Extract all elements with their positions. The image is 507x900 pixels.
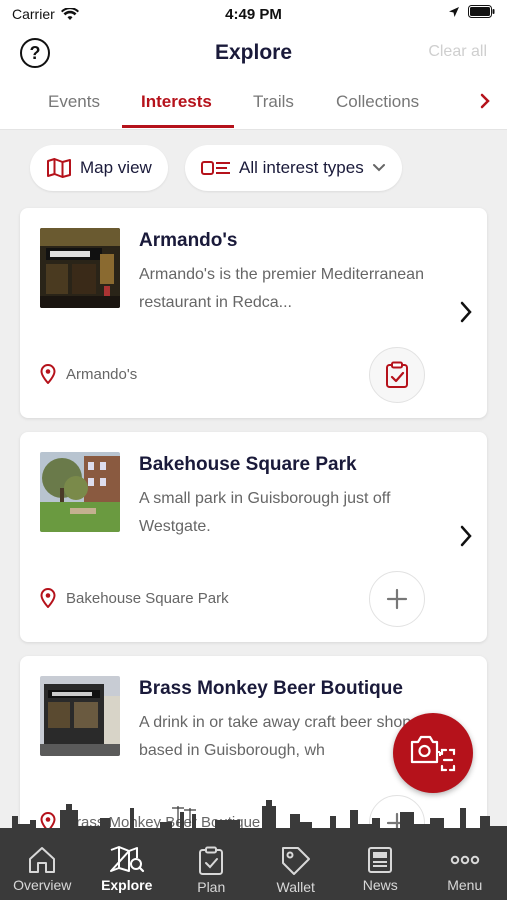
add-to-plan-button[interactable] bbox=[369, 571, 425, 627]
help-button[interactable]: ? bbox=[20, 38, 50, 68]
location-pin-icon bbox=[40, 588, 56, 608]
filter-list-icon bbox=[201, 161, 230, 175]
card-location: Bakehouse Square Park bbox=[40, 588, 229, 608]
map-view-button[interactable]: Map view bbox=[30, 145, 168, 191]
page-title: Explore bbox=[214, 41, 293, 64]
location-pin-icon bbox=[40, 364, 56, 384]
chevron-right-icon[interactable] bbox=[479, 92, 491, 110]
ticket-tag-icon bbox=[281, 847, 310, 875]
tab-collections[interactable]: Collections bbox=[336, 92, 419, 112]
header: ? Explore Clear all bbox=[0, 28, 507, 78]
clipboard-check-icon bbox=[386, 361, 408, 388]
active-tab-indicator bbox=[122, 125, 234, 128]
interest-type-select[interactable]: All interest types bbox=[185, 145, 402, 191]
nav-wallet[interactable]: Wallet bbox=[254, 838, 339, 900]
home-icon bbox=[29, 847, 56, 873]
nav-explore[interactable]: Explore bbox=[85, 838, 170, 900]
card-description: A small park in Guisborough just off Wes… bbox=[139, 490, 391, 535]
status-right bbox=[448, 5, 495, 18]
tab-trails[interactable]: Trails bbox=[253, 92, 294, 112]
map-view-label: Map view bbox=[80, 158, 152, 177]
chevron-right-icon bbox=[460, 525, 472, 547]
nav-wallet-label: Wallet bbox=[276, 879, 315, 895]
clipboard-check-icon bbox=[199, 846, 224, 875]
interest-type-label: All interest types bbox=[239, 158, 364, 177]
map-icon bbox=[47, 158, 71, 178]
more-icon bbox=[450, 855, 479, 865]
tab-bar: Events Interests Trails Collections bbox=[0, 78, 507, 130]
nav-news[interactable]: News bbox=[338, 838, 423, 900]
interest-card-armandos[interactable]: Armando's Armando's is the premier Medit… bbox=[20, 208, 487, 418]
card-title: Armando's bbox=[139, 230, 238, 251]
added-to-plan-button[interactable] bbox=[369, 347, 425, 403]
clear-all-button[interactable]: Clear all bbox=[428, 43, 487, 61]
battery-icon bbox=[468, 5, 495, 18]
chevron-right-icon bbox=[460, 301, 472, 323]
card-title: Bakehouse Square Park bbox=[139, 454, 357, 475]
scan-button[interactable] bbox=[393, 713, 473, 793]
tab-events[interactable]: Events bbox=[48, 92, 100, 112]
nav-plan[interactable]: Plan bbox=[169, 838, 254, 900]
card-location-label: Bakehouse Square Park bbox=[66, 589, 229, 607]
interest-card-bakehouse-square-park[interactable]: Bakehouse Square Park A small park in Gu… bbox=[20, 432, 487, 642]
nav-menu[interactable]: Menu bbox=[423, 838, 507, 900]
status-time: 4:49 PM bbox=[225, 5, 282, 23]
filter-bar: Map view All interest types bbox=[0, 145, 507, 193]
bottom-nav: Overview Explore Plan Wallet News Menu bbox=[0, 838, 507, 900]
add-icon bbox=[386, 588, 408, 610]
armandos-thumbnail bbox=[40, 228, 120, 308]
card-title: Brass Monkey Beer Boutique bbox=[139, 678, 403, 699]
card-location: Armando's bbox=[40, 364, 137, 384]
nav-overview[interactable]: Overview bbox=[0, 838, 85, 900]
card-description: Armando's is the premier Mediterranean r… bbox=[139, 266, 424, 311]
nav-explore-label: Explore bbox=[101, 877, 153, 893]
bakehouse-square-park-thumbnail bbox=[40, 452, 120, 532]
tab-interests[interactable]: Interests bbox=[141, 92, 212, 112]
nav-plan-label: Plan bbox=[197, 879, 226, 895]
nav-news-label: News bbox=[362, 877, 398, 893]
card-location-label: Armando's bbox=[66, 365, 138, 383]
nav-overview-label: Overview bbox=[13, 877, 72, 893]
map-search-icon bbox=[109, 846, 144, 873]
camera-scan-icon bbox=[410, 735, 456, 772]
town-skyline-decoration bbox=[0, 800, 507, 840]
location-arrow-icon bbox=[449, 6, 459, 17]
brass-monkey-thumbnail bbox=[40, 676, 120, 756]
status-bar: Carrier 4:49 PM bbox=[0, 0, 507, 28]
nav-menu-label: Menu bbox=[447, 877, 483, 893]
chevron-down-icon bbox=[372, 164, 385, 172]
newspaper-icon bbox=[368, 847, 393, 873]
